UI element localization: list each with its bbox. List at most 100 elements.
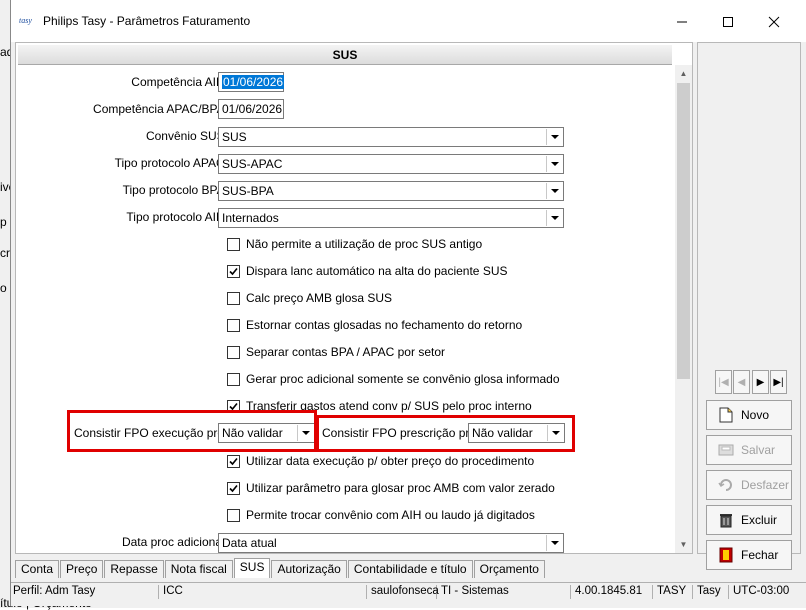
chevron-down-icon[interactable]: [546, 183, 562, 199]
background-label: p: [0, 215, 7, 229]
parameter-tabs: Conta Preço Repasse Nota fiscal SUS Auto…: [15, 558, 546, 578]
background-label: o: [0, 281, 7, 295]
novo-button[interactable]: Novo: [706, 400, 792, 430]
checkbox-box[interactable]: [227, 345, 240, 359]
tipo-aih-value: Internados: [222, 211, 279, 225]
next-record-button[interactable]: ▶: [752, 370, 769, 394]
tab-nota-fiscal[interactable]: Nota fiscal: [164, 560, 233, 578]
status-version: 4.00.1845.81: [573, 585, 653, 599]
maximize-button[interactable]: [705, 6, 751, 38]
chevron-down-icon[interactable]: [546, 129, 562, 145]
tab-sus[interactable]: SUS: [233, 558, 271, 578]
minimize-button[interactable]: [659, 6, 705, 38]
convenio-sus-select[interactable]: SUS: [218, 127, 564, 147]
data-proc-adicional-label: Data proc adicional:: [121, 535, 228, 549]
vertical-scrollbar[interactable]: ▲ ▼: [675, 65, 692, 553]
status-database: TASY: [655, 585, 693, 599]
tipo-apac-select[interactable]: SUS-APAC: [218, 154, 564, 174]
tab-conta[interactable]: Conta: [15, 560, 60, 578]
checkbox-box[interactable]: [227, 237, 240, 251]
checkbox-calc-preco-amb[interactable]: Calc preço AMB glosa SUS: [227, 289, 392, 307]
checkbox-utilizar-data-execucao[interactable]: Utilizar data execução p/ obter preço do…: [227, 452, 534, 470]
tab-repasse[interactable]: Repasse: [104, 560, 164, 578]
chevron-down-icon[interactable]: [546, 210, 562, 226]
tab-autorizacao[interactable]: Autorização: [271, 560, 347, 578]
section-header: SUS: [18, 45, 672, 65]
new-document-icon: [717, 406, 735, 424]
tipo-apac-label: Tipo protocolo APAC:: [114, 156, 228, 170]
competencia-apac-input[interactable]: 01/06/2026: [218, 99, 284, 119]
checkbox-box[interactable]: [227, 264, 240, 278]
tab-contabilidade[interactable]: Contabilidade e título: [347, 560, 473, 578]
highlight-fpo-prescricao: [316, 415, 575, 452]
desfazer-button[interactable]: Desfazer: [706, 470, 792, 500]
checkbox-box[interactable]: [227, 454, 240, 468]
close-icon: [768, 16, 780, 28]
competencia-aih-label: Competência AIH:: [131, 75, 228, 89]
save-icon: [717, 441, 735, 459]
checkbox-label: Utilizar parâmetro para glosar proc AMB …: [246, 481, 555, 495]
fechar-button[interactable]: Fechar: [706, 540, 792, 570]
checkbox-trocar-convenio[interactable]: Permite trocar convênio com AIH ou laudo…: [227, 506, 535, 524]
tipo-aih-select[interactable]: Internados: [218, 208, 564, 228]
tab-preco[interactable]: Preço: [60, 560, 104, 578]
check-icon: [229, 484, 238, 492]
background-label: cr: [0, 246, 10, 260]
chevron-down-icon[interactable]: [546, 535, 562, 551]
scrollbar-thumb[interactable]: [677, 83, 690, 379]
checkbox-label: Dispara lanc automático na alta do pacie…: [246, 264, 508, 278]
tab-orcamento[interactable]: Orçamento: [473, 560, 545, 578]
close-button[interactable]: [751, 6, 797, 38]
status-perfil: Perfil: Adm Tasy: [11, 585, 159, 599]
competencia-apac-label: Competência APAC/BPA:: [93, 102, 228, 116]
title-bar: tasy Philips Tasy - Parâmetros Faturamen…: [11, 0, 806, 42]
checkbox-label: Permite trocar convênio com AIH ou laudo…: [246, 508, 535, 522]
checkbox-box[interactable]: [227, 372, 240, 386]
previous-record-button[interactable]: ◀: [733, 370, 750, 394]
tipo-apac-value: SUS-APAC: [222, 157, 283, 171]
checkbox-estornar-contas[interactable]: Estornar contas glosadas no fechamento d…: [227, 316, 522, 334]
minimize-icon: [677, 21, 687, 23]
status-setor: TI - Sistemas: [439, 585, 571, 599]
checkbox-box[interactable]: [227, 291, 240, 305]
desfazer-label: Desfazer: [741, 478, 790, 492]
last-record-button[interactable]: ▶|: [770, 370, 787, 394]
tipo-bpa-select[interactable]: SUS-BPA: [218, 181, 564, 201]
maximize-icon: [723, 17, 733, 27]
checkbox-label: Calc preço AMB glosa SUS: [246, 291, 393, 305]
trash-icon: [717, 511, 735, 529]
svg-text:tasy: tasy: [19, 16, 32, 25]
novo-label: Novo: [741, 408, 770, 422]
convenio-sus-value: SUS: [222, 130, 247, 144]
checkbox-dispara-lanc[interactable]: Dispara lanc automático na alta do pacie…: [227, 262, 508, 280]
checkbox-box[interactable]: [227, 318, 240, 332]
excluir-button[interactable]: Excluir: [706, 505, 792, 535]
checkbox-glosar-amb-zerado[interactable]: Utilizar parâmetro para glosar proc AMB …: [227, 479, 555, 497]
status-timezone: UTC-03:00: [733, 585, 790, 597]
tipo-aih-label: Tipo protocolo AIH:: [126, 210, 228, 224]
scroll-down-icon[interactable]: ▼: [675, 536, 692, 553]
salvar-label: Salvar: [741, 443, 776, 457]
scroll-up-icon[interactable]: ▲: [675, 65, 692, 82]
checkbox-box[interactable]: [227, 508, 240, 522]
competencia-aih-input[interactable]: 01/06/2026: [218, 72, 285, 92]
chevron-down-icon[interactable]: [546, 156, 562, 172]
excluir-label: Excluir: [741, 513, 778, 527]
checkbox-gerar-proc-adicional[interactable]: Gerar proc adicional somente se convênio…: [227, 370, 560, 388]
checkbox-proc-sus-antigo[interactable]: Não permite a utilização de proc SUS ant…: [227, 235, 482, 253]
check-icon: [229, 267, 238, 275]
competencia-apac-value: 01/06/2026: [222, 102, 283, 116]
first-record-button[interactable]: |◀: [715, 370, 732, 394]
competencia-aih-value: 01/06/2026: [222, 75, 285, 89]
checkbox-label: Estornar contas glosadas no fechamento d…: [246, 318, 523, 332]
checkbox-label: Gerar proc adicional somente se convênio…: [246, 372, 560, 386]
checkbox-box[interactable]: [227, 481, 240, 495]
status-bar: Perfil: Adm Tasy ICC saulofonseca TI - S…: [11, 582, 806, 600]
checkbox-separar-contas[interactable]: Separar contas BPA / APAC por setor: [227, 343, 445, 361]
data-proc-adicional-select[interactable]: Data atual: [218, 533, 564, 553]
tipo-bpa-value: SUS-BPA: [222, 184, 274, 198]
data-proc-adicional-value: Data atual: [222, 536, 277, 550]
convenio-sus-label: Convênio SUS:: [145, 129, 228, 143]
salvar-button[interactable]: Salvar: [706, 435, 792, 465]
check-icon: [229, 457, 238, 465]
